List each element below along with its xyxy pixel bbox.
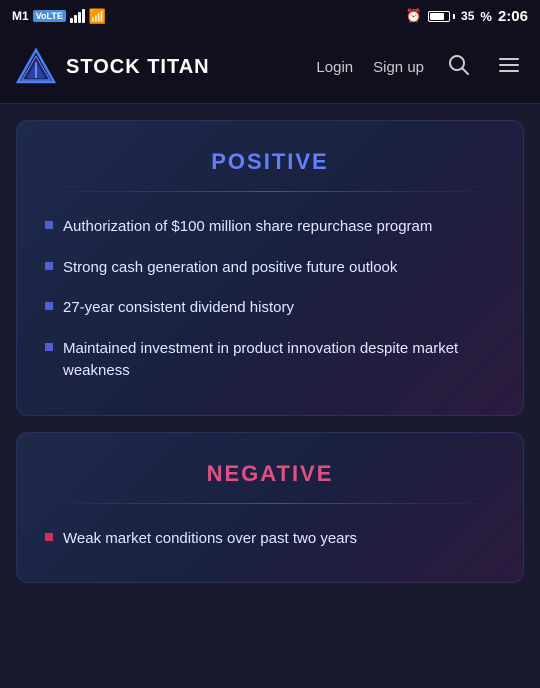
network-label: VoLTE: [33, 10, 66, 22]
positive-card: Positive Authorization of $100 million s…: [16, 120, 524, 416]
list-item-text: Maintained investment in product innovat…: [63, 338, 495, 383]
status-right: ⏰ 35% 2:06: [406, 8, 528, 25]
bullet-icon: [45, 302, 53, 310]
positive-title: Positive: [45, 149, 495, 175]
bullet-icon: [45, 262, 53, 270]
bullet-icon: [45, 533, 53, 541]
list-item: Weak market conditions over past two yea…: [45, 528, 495, 551]
status-left: M1 VoLTE 📶: [12, 8, 106, 25]
negative-title: Negative: [45, 461, 495, 487]
list-item-text: Weak market conditions over past two yea…: [63, 528, 357, 551]
bullet-icon: [45, 343, 53, 351]
carrier-label: M1: [12, 9, 29, 23]
navbar: STOCK TITAN Login Sign up: [0, 32, 540, 104]
alarm-icon: ⏰: [406, 8, 422, 24]
negative-card: Negative Weak market conditions over pas…: [16, 432, 524, 584]
battery-icon: [428, 11, 450, 22]
logo-container: STOCK TITAN: [16, 48, 316, 88]
positive-divider: [45, 191, 495, 192]
battery-display: [428, 11, 455, 22]
list-item-text: Strong cash generation and positive futu…: [63, 257, 397, 280]
main-content: Positive Authorization of $100 million s…: [0, 104, 540, 615]
negative-list: Weak market conditions over past two yea…: [45, 528, 495, 551]
negative-divider: [45, 503, 495, 504]
signal-icon: [70, 9, 85, 23]
brand-name: STOCK TITAN: [66, 56, 210, 79]
list-item: Maintained investment in product innovat…: [45, 338, 495, 383]
logo-icon: [16, 48, 56, 88]
login-link[interactable]: Login: [316, 59, 353, 76]
positive-list: Authorization of $100 million share repu…: [45, 216, 495, 383]
list-item-text: 27-year consistent dividend history: [63, 297, 294, 320]
list-item: Authorization of $100 million share repu…: [45, 216, 495, 239]
list-item: 27-year consistent dividend history: [45, 297, 495, 320]
signup-link[interactable]: Sign up: [373, 59, 424, 76]
status-bar: M1 VoLTE 📶 ⏰ 35% 2:06: [0, 0, 540, 32]
list-item-text: Authorization of $100 million share repu…: [63, 216, 432, 239]
list-item: Strong cash generation and positive futu…: [45, 257, 495, 280]
battery-percent: 35: [461, 9, 474, 23]
menu-icon[interactable]: [494, 50, 524, 86]
time-display: 2:06: [498, 8, 528, 25]
nav-links: Login Sign up: [316, 50, 524, 86]
bullet-icon: [45, 221, 53, 229]
wifi-icon: 📶: [89, 8, 106, 25]
search-icon[interactable]: [444, 50, 474, 86]
